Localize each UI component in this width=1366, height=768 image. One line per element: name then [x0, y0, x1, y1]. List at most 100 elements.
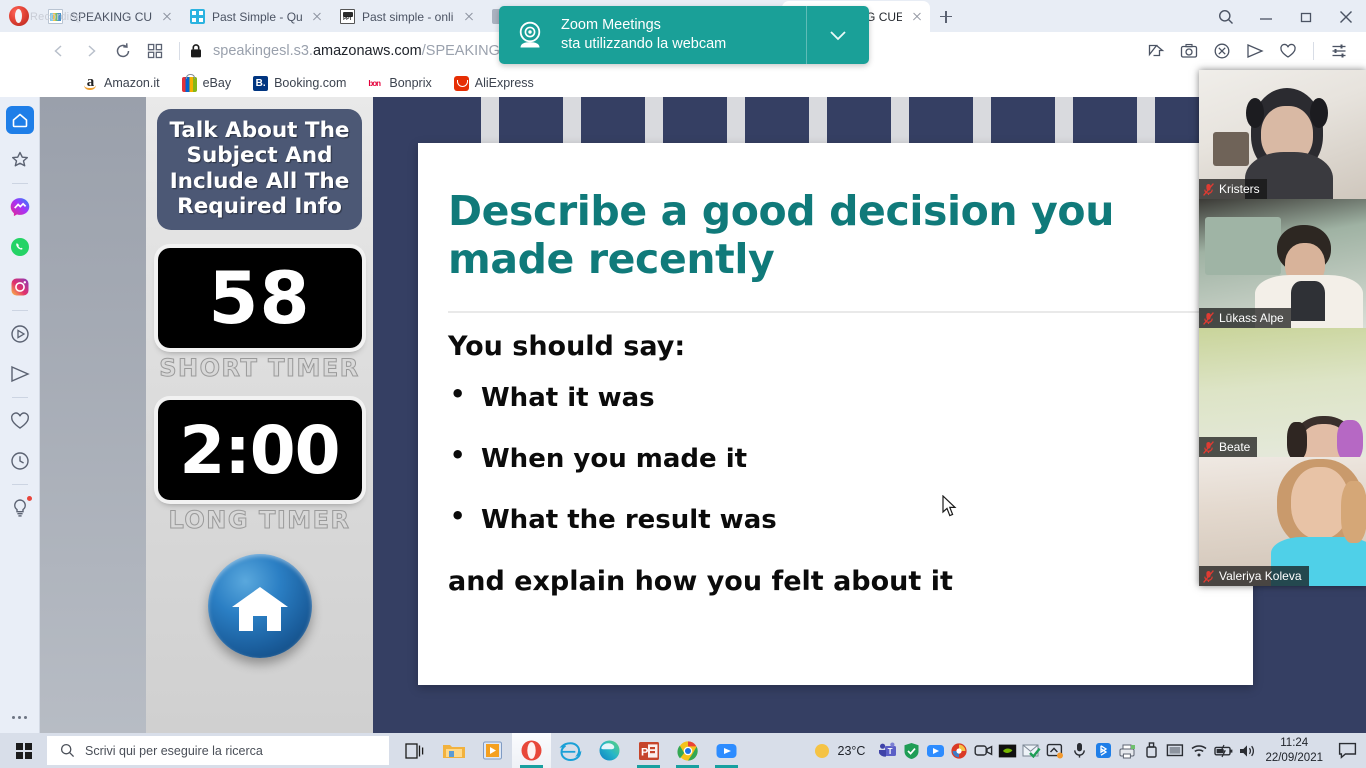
tab-past-simple-online[interactable]: Past simple - online: [330, 1, 482, 32]
cue-card-closing-line: and explain how you felt about it: [448, 565, 953, 597]
antivirus-shield-icon[interactable]: [899, 733, 923, 768]
bookmark-aliexpress[interactable]: AliExpress: [443, 75, 545, 91]
prompt-instruction: Talk About The Subject And Include All T…: [157, 109, 362, 231]
windows-start-icon[interactable]: [0, 733, 47, 768]
send-icon[interactable]: [1240, 36, 1270, 66]
powerpoint-icon[interactable]: P: [629, 733, 668, 768]
nav-divider-2: [1313, 41, 1314, 60]
bookmark-ebay[interactable]: eBay: [171, 73, 243, 92]
participant-name: Beate: [1219, 440, 1251, 454]
zoom-webcam-notification[interactable]: Zoom Meetings sta utilizzando la webcam: [499, 6, 869, 64]
microphone-icon[interactable]: [1067, 733, 1091, 768]
easy-setup-icon[interactable]: [1324, 36, 1354, 66]
sidebar-more-dots-icon[interactable]: [12, 716, 27, 719]
weather-temperature[interactable]: 23°C: [834, 744, 876, 758]
short-timer-label: SHORT TIMER: [159, 354, 360, 383]
volume-icon[interactable]: [1235, 733, 1259, 768]
clock-date: 22/09/2021: [1265, 751, 1323, 764]
opera-icon[interactable]: [512, 733, 551, 768]
tab-title: Past Simple - Quiz: [212, 9, 302, 24]
sidebar-item-home[interactable]: [5, 106, 34, 134]
tab-close-icon[interactable]: [461, 9, 477, 25]
short-timer-display[interactable]: 58: [157, 248, 362, 349]
forward-icon[interactable]: [76, 36, 106, 66]
muted-microphone-icon: [1203, 182, 1214, 196]
tab-close-icon[interactable]: [909, 9, 925, 25]
task-view-icon[interactable]: [395, 733, 434, 768]
tab-close-icon[interactable]: [159, 9, 175, 25]
sidebar-item-history[interactable]: [6, 447, 34, 475]
new-tab-button[interactable]: [930, 1, 962, 32]
screen-share-icon[interactable]: [1043, 733, 1067, 768]
nvidia-icon[interactable]: [995, 733, 1019, 768]
taskbar-clock[interactable]: 11:24 22/09/2021: [1259, 736, 1332, 765]
sidebar-item-messenger[interactable]: [6, 193, 34, 221]
taskbar-search-box[interactable]: Scrivi qui per eseguire la ricerca: [47, 736, 389, 765]
tab-tiles-icon[interactable]: [140, 36, 170, 66]
participant-tile[interactable]: Kristers: [1199, 70, 1366, 199]
ccleaner-icon[interactable]: [947, 733, 971, 768]
media-player-icon[interactable]: [473, 733, 512, 768]
mail-check-icon[interactable]: [1019, 733, 1043, 768]
bluetooth-icon[interactable]: [1091, 733, 1115, 768]
internet-explorer-icon[interactable]: [551, 733, 590, 768]
tips-badge: [25, 495, 33, 502]
back-icon[interactable]: [44, 36, 74, 66]
wifi-icon[interactable]: [1187, 733, 1211, 768]
microsoft-teams-icon[interactable]: T: [875, 733, 899, 768]
quiz-grid-icon: [190, 9, 205, 24]
microsoft-edge-icon[interactable]: [590, 733, 629, 768]
opera-logo-icon: [9, 6, 29, 26]
camera-tray-icon[interactable]: [971, 733, 995, 768]
sidebar-item-player[interactable]: [6, 320, 34, 348]
sun-icon[interactable]: [810, 733, 834, 768]
tab-search-icon[interactable]: [1206, 1, 1246, 32]
sidebar-item-tips[interactable]: [6, 494, 34, 522]
chevron-down-icon[interactable]: [807, 29, 869, 42]
opera-logo: [0, 0, 38, 32]
zoom-participant-panel[interactable]: Kristers Lūkass Alpe Beate Valeriya Kole…: [1199, 70, 1366, 586]
minimize-icon[interactable]: [1246, 1, 1286, 32]
heart-icon[interactable]: [1273, 36, 1303, 66]
tab-close-icon[interactable]: [309, 9, 325, 25]
install-icon[interactable]: [1141, 36, 1171, 66]
tab-past-simple-quiz[interactable]: Past Simple - Quiz: [180, 1, 330, 32]
bookmark-label: Amazon.it: [104, 76, 160, 90]
bookmark-label: Bonprix: [389, 76, 432, 90]
sidebar-item-instagram[interactable]: [6, 273, 34, 301]
close-icon[interactable]: [1326, 1, 1366, 32]
tab-speaking-cue-cards-1[interactable]: SPEAKING CUE CAR: [38, 1, 180, 32]
sidebar-item-bookmarks[interactable]: [6, 407, 34, 435]
monitor-icon[interactable]: [1163, 733, 1187, 768]
maximize-icon[interactable]: [1286, 1, 1326, 32]
window-controls: [1206, 1, 1366, 32]
long-timer-display[interactable]: 2:00: [157, 400, 362, 501]
reload-icon[interactable]: [108, 36, 138, 66]
url-domain: amazonaws.com: [312, 42, 422, 59]
google-chrome-icon[interactable]: [668, 733, 707, 768]
webcam-app-name: Zoom Meetings: [561, 16, 661, 33]
zoom-icon[interactable]: [707, 733, 746, 768]
bookmark-amazon[interactable]: a Amazon.it: [72, 74, 171, 91]
snapshot-icon[interactable]: [1174, 36, 1204, 66]
file-explorer-icon[interactable]: [434, 733, 473, 768]
sidebar-divider-4: [11, 484, 28, 485]
list-item: What it was: [448, 380, 1207, 413]
usb-icon[interactable]: [1139, 733, 1163, 768]
sidebar-item-telegram[interactable]: [6, 360, 34, 388]
battery-icon[interactable]: [1211, 733, 1235, 768]
notification-icon[interactable]: [1332, 733, 1362, 768]
sidebar-item-speed-dial[interactable]: [6, 146, 34, 174]
ad-block-icon[interactable]: [1207, 36, 1237, 66]
participant-tile[interactable]: Lūkass Alpe: [1199, 199, 1366, 328]
cue-card: Describe a good decision you made recent…: [418, 143, 1253, 685]
printer-icon[interactable]: [1115, 733, 1139, 768]
participant-tile[interactable]: Beate: [1199, 328, 1366, 457]
sidebar-item-whatsapp[interactable]: [6, 233, 34, 261]
taskbar-app-icons: P: [395, 733, 746, 768]
participant-tile[interactable]: Valeriya Koleva: [1199, 457, 1366, 586]
zoom-tray-icon[interactable]: [923, 733, 947, 768]
home-button[interactable]: [207, 554, 312, 659]
bookmark-booking[interactable]: B. Booking.com: [242, 75, 357, 91]
bookmark-bonprix[interactable]: bon Bonprix: [357, 76, 442, 91]
